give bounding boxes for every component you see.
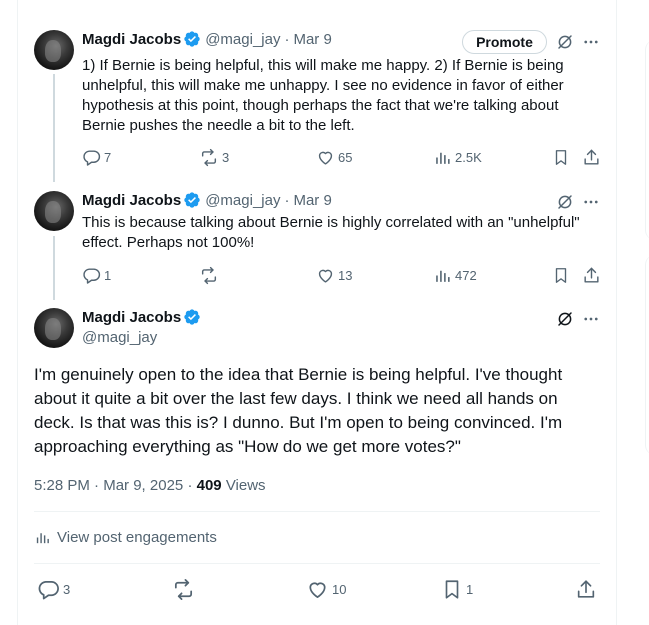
reply-count: 3: [63, 582, 71, 597]
reply-button[interactable]: 3: [37, 578, 70, 601]
like-count: 65: [338, 150, 353, 165]
repost-button[interactable]: [199, 266, 219, 285]
tweet-text-line: approaching everything as "How do we get…: [34, 437, 461, 456]
reply-count: 7: [104, 150, 112, 165]
tweet-full-date[interactable]: Mar 9, 2025: [103, 477, 183, 494]
repost-count: 3: [222, 150, 230, 165]
right-rail-card-edge: [645, 40, 649, 240]
separator: ·: [284, 30, 290, 48]
more-icon[interactable]: [582, 33, 600, 51]
grok-icon[interactable]: [556, 310, 574, 328]
tweet-text: 1) If Bernie is being helpful, this will…: [82, 56, 564, 136]
handle-row: @magi_jay: [82, 329, 157, 346]
verified-badge-icon: [183, 30, 201, 48]
tweet-text-line: about it quite a bit over the last few d…: [34, 389, 558, 408]
views-button[interactable]: 2.5K: [433, 148, 482, 167]
reply-count: 1: [104, 268, 112, 283]
bookmark-button[interactable]: 1: [441, 578, 473, 601]
more-icon[interactable]: [582, 310, 600, 328]
view-engagements-link[interactable]: View post engagements: [34, 529, 217, 546]
divider: [34, 511, 600, 512]
tweet-header: Magdi Jacobs @magi_jay · Mar 9: [82, 30, 332, 48]
tweet-text-line: This is because talking about Bernie is …: [82, 214, 580, 231]
like-button[interactable]: 13: [316, 266, 352, 285]
author-name[interactable]: Magdi Jacobs: [82, 31, 181, 48]
promote-button[interactable]: Promote: [462, 30, 547, 54]
share-icon[interactable]: [582, 148, 601, 167]
views-label: Views: [225, 477, 266, 494]
main-tweet-text: I'm genuinely open to the idea that Bern…: [34, 363, 562, 459]
verified-badge-icon: [183, 191, 201, 209]
share-icon[interactable]: [575, 578, 597, 601]
tweet-text-line: deck. Is that was this is? I dunno. But …: [34, 413, 563, 432]
tweet-text-line: 1) If Bernie is being helpful, this will…: [82, 57, 564, 74]
tweet-text-line: unhelpful, this will make me unhappy. I …: [82, 77, 564, 94]
bookmark-icon[interactable]: [552, 266, 570, 285]
grok-icon[interactable]: [556, 193, 574, 211]
tweet-text-line: I'm genuinely open to the idea that Bern…: [34, 365, 563, 384]
grok-icon[interactable]: [556, 33, 574, 51]
author-handle[interactable]: @magi_jay: [205, 31, 280, 48]
like-button[interactable]: 65: [316, 148, 352, 167]
views-count: 2.5K: [455, 150, 482, 165]
tweet-header: Magdi Jacobs: [82, 308, 205, 326]
reply-button[interactable]: 7: [82, 148, 111, 167]
like-button[interactable]: 10: [306, 578, 346, 601]
tweet-text-line: effect. Perhaps not 100%!: [82, 234, 255, 251]
author-handle[interactable]: @magi_jay: [205, 192, 280, 209]
like-count: 10: [332, 582, 347, 597]
share-icon[interactable]: [582, 266, 601, 285]
tweet-header: Magdi Jacobs @magi_jay · Mar 9: [82, 191, 332, 209]
author-name[interactable]: Magdi Jacobs: [82, 192, 181, 209]
more-icon[interactable]: [582, 193, 600, 211]
tweet-date[interactable]: Mar 9: [293, 31, 331, 48]
avatar[interactable]: [34, 30, 74, 70]
verified-badge-icon: [183, 308, 201, 326]
views-icon: [36, 533, 49, 544]
views-button[interactable]: 472: [433, 266, 477, 285]
views-count: 472: [455, 268, 477, 283]
author-handle[interactable]: @magi_jay: [82, 329, 157, 346]
separator: ·: [284, 191, 290, 209]
tweet-date[interactable]: Mar 9: [293, 192, 331, 209]
repost-button[interactable]: [172, 578, 195, 601]
tweet-text-line: hypothesis at this point, though perhaps…: [82, 97, 559, 114]
thread-connector-line: [53, 236, 55, 300]
tweet-text-line: Bernie pushes the needle a bit to the le…: [82, 117, 355, 134]
right-rail-card-edge: [645, 255, 649, 455]
like-count: 13: [338, 268, 353, 283]
tweet-text: This is because talking about Bernie is …: [82, 213, 580, 253]
thread-connector-line: [53, 74, 55, 182]
engagements-label: View post engagements: [57, 529, 217, 546]
bookmark-count: 1: [466, 582, 474, 597]
avatar[interactable]: [34, 308, 74, 348]
tweet-time[interactable]: 5:28 PM: [34, 477, 90, 494]
reply-button[interactable]: 1: [82, 266, 111, 285]
views-count: 409: [196, 477, 222, 494]
divider: [34, 563, 600, 564]
tweet-meta: 5:28 PM · Mar 9, 2025 · 409 Views: [34, 477, 266, 494]
bookmark-icon[interactable]: [552, 148, 570, 167]
repost-button[interactable]: 3: [199, 148, 229, 167]
avatar[interactable]: [34, 191, 74, 231]
author-name[interactable]: Magdi Jacobs: [82, 309, 181, 326]
